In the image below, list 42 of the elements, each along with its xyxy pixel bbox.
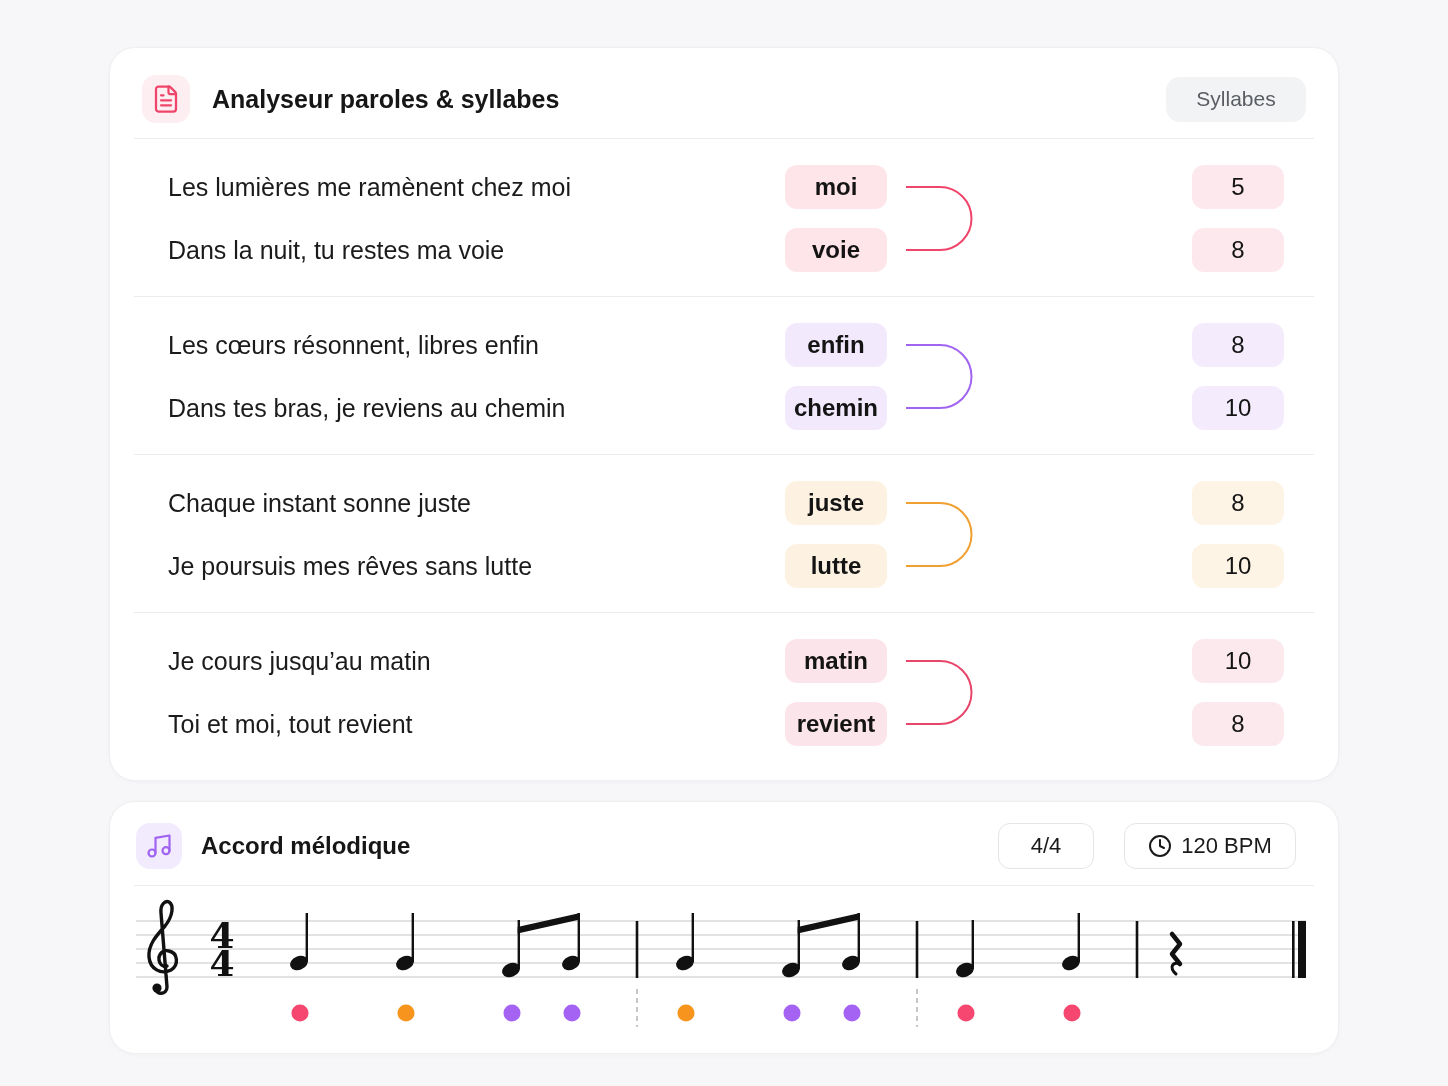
rhyme-word: matin [785,639,887,683]
rhyme-word: chemin [785,386,887,430]
note-beam [517,913,580,934]
lyric-line: Toi et moi, tout revient [168,709,413,739]
lyric-line: Chaque instant sonne juste [168,488,471,518]
lyric-line: Je cours jusqu’au matin [168,646,431,676]
syllable-count: 5 [1192,165,1284,209]
rhyme-word: juste [785,481,887,525]
bar-line [635,921,639,978]
time-signature-button[interactable]: 4/4 [998,823,1094,869]
rhyme-word: moi [785,165,887,209]
lyric-line: Les lumières me ramènent chez moi [168,172,571,202]
syllable-count: 8 [1192,228,1284,272]
quarter-rest-icon [1169,931,1183,976]
dashed-separator [636,988,638,1028]
syllable-count: 8 [1192,702,1284,746]
document-icon [142,75,190,123]
syllable-count: 10 [1192,544,1284,588]
note-beam [797,913,860,934]
rhyme-word: voie [785,228,887,272]
syllable-count: 8 [1192,323,1284,367]
clock-icon [1148,834,1173,858]
syllables-tag: Syllabes [1166,76,1306,122]
lyric-line: Dans tes bras, je reviens au chemin [168,393,566,423]
card-title: Accord mélodique [201,832,411,860]
syllable-count: 10 [1192,386,1284,430]
syllable-count: 10 [1192,639,1284,683]
bar-line [1135,921,1139,978]
dashed-separator [916,988,918,1028]
rhyme-word: enfin [785,323,887,367]
final-barline [1292,921,1306,978]
rhyme-word: revient [785,702,887,746]
card-title: Analyseur paroles & syllabes [212,84,560,114]
bar-line [915,921,919,978]
lyric-line: Dans la nuit, tu restes ma voie [168,235,505,265]
tempo-button[interactable]: 120 BPM [1124,823,1296,869]
lyric-line: Je poursuis mes rêves sans lutte [168,551,533,581]
syllable-count: 8 [1192,481,1284,525]
treble-clef-icon [147,899,179,995]
music-note-icon [136,823,182,869]
lyric-line: Les cœurs résonnent, libres enfin [168,330,539,360]
rhyme-word: lutte [785,544,887,588]
